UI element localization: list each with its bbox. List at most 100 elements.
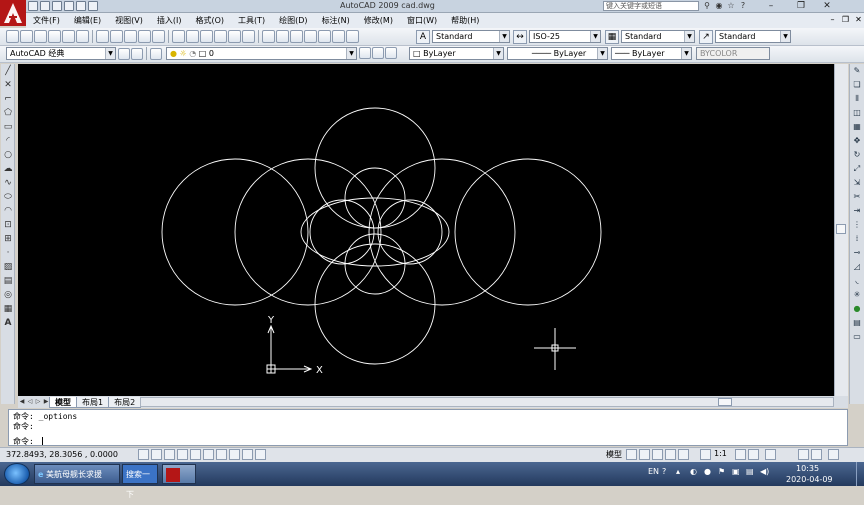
network-icon[interactable]: ▤ <box>746 467 754 476</box>
mleader-style-dropdown[interactable]: Standard ▼ <box>715 30 791 43</box>
search-input[interactable]: 键入关键字或短语 <box>603 1 699 11</box>
pan-status-icon[interactable] <box>639 449 650 460</box>
print-icon[interactable] <box>64 1 74 11</box>
windows-start-icon[interactable] <box>4 463 30 485</box>
dynamic-ucs-icon[interactable] <box>216 449 227 460</box>
ellipse-arc-icon[interactable]: ◠ <box>2 205 14 217</box>
ortho-mode-icon[interactable] <box>164 449 175 460</box>
break-icon[interactable]: ⁞ <box>851 233 863 245</box>
layout-view-icon[interactable] <box>626 449 637 460</box>
line-icon[interactable]: ╱ <box>2 65 14 77</box>
scale-icon[interactable]: ⤢ <box>851 163 863 175</box>
erase-icon[interactable]: ✎ <box>851 65 863 77</box>
properties-green-icon[interactable]: ● <box>851 303 863 315</box>
open-icon[interactable] <box>40 1 50 11</box>
redo-icon[interactable] <box>88 1 98 11</box>
revision-cloud-icon[interactable]: ☁ <box>2 163 14 175</box>
mirror-icon[interactable]: ⫴ <box>851 93 863 105</box>
command-line-window[interactable]: 命令: _options 命令: 命令: <box>8 409 848 446</box>
tab-layout2[interactable]: 布局2 <box>108 396 142 408</box>
dynamic-input-icon[interactable] <box>229 449 240 460</box>
quickcalc-icon[interactable] <box>332 30 345 43</box>
redo-arrow-icon[interactable] <box>186 30 199 43</box>
show-desktop-button[interactable] <box>856 462 864 486</box>
clock-time[interactable]: 10:35 <box>796 464 819 473</box>
zoom-previous-icon[interactable] <box>242 30 255 43</box>
prev-tab-arrow-icon[interactable]: ◁ <box>26 397 34 407</box>
showmotion-icon[interactable] <box>678 449 689 460</box>
taskbar-search-button[interactable]: 搜索一下 <box>122 464 158 499</box>
language-indicator[interactable]: EN <box>648 467 659 476</box>
workspace-dropdown[interactable]: AutoCAD 经典 ▼ <box>6 47 116 60</box>
circle-icon[interactable]: ○ <box>2 149 14 161</box>
move-icon[interactable]: ✥ <box>851 135 863 147</box>
coordinate-readout[interactable]: 372.8493, 28.3056 , 0.0000 <box>6 450 118 459</box>
linetype-dropdown[interactable]: ──── ByLayer ▼ <box>507 47 608 60</box>
menu-modify[interactable]: 修改(M) <box>357 15 400 26</box>
layer-properties-icon[interactable]: ▤ <box>851 317 863 329</box>
tab-model[interactable]: 模型 <box>49 396 77 408</box>
undo-arrow-icon[interactable] <box>172 30 185 43</box>
properties-icon[interactable] <box>262 30 275 43</box>
undo-icon[interactable] <box>76 1 86 11</box>
gradient-icon[interactable]: ▤ <box>2 275 14 287</box>
tab-layout1[interactable]: 布局1 <box>76 396 110 408</box>
vertical-scroll-thumb[interactable] <box>836 224 846 234</box>
restore-button[interactable]: ❐ <box>794 0 808 12</box>
next-tab-arrow-icon[interactable]: ▷ <box>34 397 42 407</box>
doc-close-button[interactable]: ✕ <box>853 14 864 25</box>
workspace-more-icon[interactable] <box>131 47 143 60</box>
polygon-icon[interactable]: ⬠ <box>2 107 14 119</box>
table-style-dropdown[interactable]: Standard ▼ <box>621 30 695 43</box>
copy-object-icon[interactable]: ❏ <box>851 79 863 91</box>
point-icon[interactable]: · <box>2 247 14 259</box>
horizontal-scroll-thumb[interactable] <box>718 398 732 406</box>
menu-edit[interactable]: 编辑(E) <box>67 15 108 26</box>
open-file-icon[interactable] <box>20 30 33 43</box>
join-icon[interactable]: ⊸ <box>851 247 863 259</box>
model-space-label[interactable]: 模型 <box>606 449 622 460</box>
communication-center-icon[interactable]: ◉ <box>714 1 724 11</box>
publish-icon[interactable] <box>76 30 89 43</box>
array-icon[interactable]: ▦ <box>851 121 863 133</box>
menu-file[interactable]: 文件(F) <box>26 15 67 26</box>
security-icon[interactable]: ● <box>704 467 711 476</box>
menu-dimension[interactable]: 标注(N) <box>315 15 357 26</box>
ellipse-icon[interactable]: ⬭ <box>2 191 14 203</box>
multiline-text-icon[interactable]: A <box>2 317 14 329</box>
match-properties-icon[interactable] <box>138 30 151 43</box>
close-button[interactable]: ✕ <box>820 0 834 12</box>
table-icon[interactable]: ▦ <box>2 303 14 315</box>
autocad-logo-icon[interactable] <box>0 0 26 26</box>
object-snap-tracking-icon[interactable] <box>203 449 214 460</box>
workspace-switch-icon[interactable] <box>765 449 776 460</box>
tray-arrow-icon[interactable]: ▴ <box>676 467 680 476</box>
plot-icon[interactable] <box>48 30 61 43</box>
doc-minimize-button[interactable]: – <box>827 14 838 25</box>
save-file-icon[interactable] <box>34 30 47 43</box>
spline-icon[interactable]: ∿ <box>2 177 14 189</box>
break-at-point-icon[interactable]: ⋮ <box>851 219 863 231</box>
toolbar-lock-icon[interactable] <box>798 449 809 460</box>
insert-block-icon[interactable]: ⊡ <box>2 219 14 231</box>
layer-previous-icon[interactable] <box>372 47 384 59</box>
annotation-visibility-icon[interactable] <box>735 449 746 460</box>
clean-screen-icon[interactable] <box>828 449 839 460</box>
stretch-icon[interactable]: ⇲ <box>851 177 863 189</box>
make-current-layer-icon[interactable] <box>359 47 371 59</box>
zoom-window-icon[interactable] <box>228 30 241 43</box>
hatch-icon[interactable]: ▨ <box>2 261 14 273</box>
toolbar-more-icon[interactable]: ▭ <box>851 331 863 343</box>
binoculars-icon[interactable]: ⚲ <box>702 1 712 11</box>
layer-dropdown[interactable]: ● ☼ ◔ □ 0 ▼ <box>166 47 357 60</box>
construction-line-icon[interactable]: ✕ <box>2 79 14 91</box>
trim-icon[interactable]: ✂ <box>851 191 863 203</box>
menu-draw[interactable]: 绘图(D) <box>272 15 314 26</box>
volume-icon[interactable]: ◀) <box>760 467 769 476</box>
plot-preview-icon[interactable] <box>62 30 75 43</box>
menu-insert[interactable]: 插入(I) <box>150 15 189 26</box>
rectangle-icon[interactable]: ▭ <box>2 121 14 133</box>
table-style-icon[interactable]: ▦ <box>605 30 619 44</box>
object-snap-icon[interactable] <box>190 449 201 460</box>
copy-icon[interactable] <box>110 30 123 43</box>
